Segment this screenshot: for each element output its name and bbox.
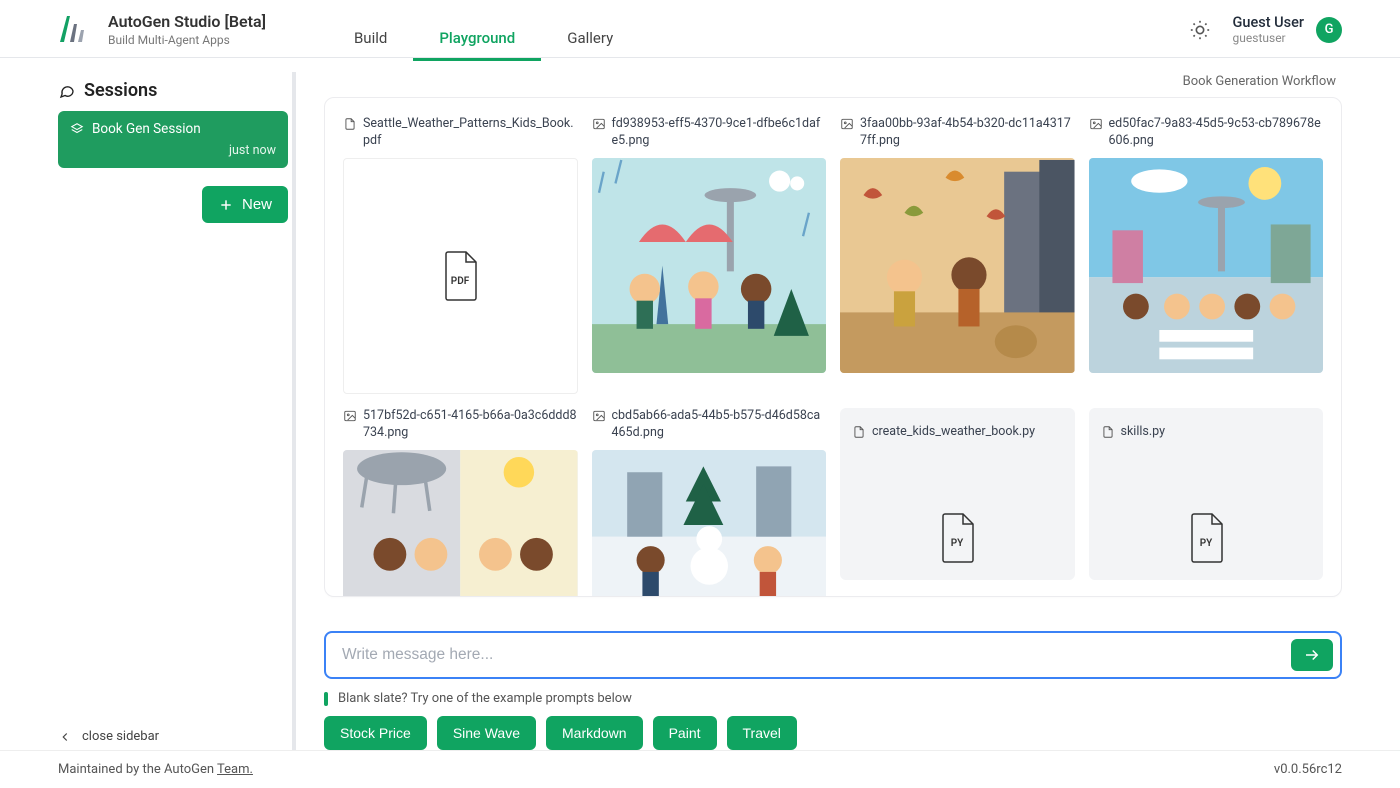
file-tile-image[interactable]: fd938953-eff5-4370-9ce1-dfbe6c1dafe5.png — [592, 116, 827, 394]
nav-tabs: Build Playground Gallery — [328, 9, 639, 51]
sidebar: Sessions Book Gen Session just now New c… — [58, 58, 306, 750]
chevron-left-icon — [58, 730, 72, 744]
chip-paint[interactable]: Paint — [653, 716, 717, 750]
file-icon — [852, 425, 866, 439]
app-footer: Maintained by the AutoGen Team. v0.0.56r… — [0, 750, 1400, 788]
file-tile-image[interactable]: 517bf52d-c651-4165-b66a-0a3c6ddd8734.png — [343, 408, 578, 597]
session-name: Book Gen Session — [92, 121, 201, 137]
thumbnail — [343, 450, 578, 597]
brand-title: AutoGen Studio [Beta] — [108, 12, 266, 31]
example-chips: Stock Price Sine Wave Markdown Paint Tra… — [324, 716, 1342, 750]
tab-gallery[interactable]: Gallery — [541, 19, 639, 61]
workflow-label: Book Generation Workflow — [324, 70, 1342, 97]
composer: Blank slate? Try one of the example prom… — [324, 631, 1342, 750]
thumbnail — [840, 158, 1075, 373]
file-name: fd938953-eff5-4370-9ce1-dfbe6c1dafe5.png — [612, 116, 827, 150]
file-tile-pdf[interactable]: Seattle_Weather_Patterns_Kids_Book.pdf P… — [343, 116, 578, 394]
brand-block: AutoGen Studio [Beta] Build Multi-Agent … — [108, 12, 266, 47]
send-button[interactable] — [1291, 639, 1333, 671]
py-file-icon: PY — [1186, 512, 1226, 564]
image-icon — [1089, 117, 1103, 131]
footer-prefix: Maintained by the AutoGen — [58, 762, 217, 777]
file-name: Seattle_Weather_Patterns_Kids_Book.pdf — [363, 116, 578, 150]
message-input-row — [324, 631, 1342, 679]
hint-text: Blank slate? Try one of the example prom… — [338, 691, 632, 706]
svg-text:PY: PY — [951, 538, 964, 549]
session-time: just now — [70, 143, 276, 158]
results-card: Seattle_Weather_Patterns_Kids_Book.pdf P… — [324, 97, 1342, 597]
svg-text:PY: PY — [1199, 538, 1212, 549]
close-sidebar-label: close sidebar — [82, 729, 159, 744]
app-header: AutoGen Studio [Beta] Build Multi-Agent … — [0, 0, 1400, 58]
plus-icon — [218, 197, 234, 213]
app-logo — [58, 12, 86, 48]
file-name: 3faa00bb-93af-4b54-b320-dc11a43177ff.png — [860, 116, 1075, 150]
new-button-label: New — [242, 196, 272, 213]
file-name: cbd5ab66-ada5-44b5-b575-d46d58ca465d.png — [612, 408, 827, 442]
chat-icon — [58, 82, 76, 100]
session-item-active[interactable]: Book Gen Session just now — [58, 111, 288, 168]
hint-row: Blank slate? Try one of the example prom… — [324, 691, 1342, 706]
file-tile-python[interactable]: create_kids_weather_book.py PY — [840, 408, 1075, 597]
avatar[interactable]: G — [1316, 17, 1342, 43]
header-right: Guest User guestuser G — [1189, 14, 1342, 45]
file-tile-python[interactable]: skills.py PY — [1089, 408, 1324, 597]
image-icon — [592, 117, 606, 131]
file-name: skills.py — [1121, 424, 1166, 441]
thumbnail — [1089, 158, 1324, 373]
header-left: AutoGen Studio [Beta] Build Multi-Agent … — [58, 9, 639, 51]
chip-stock-price[interactable]: Stock Price — [324, 716, 427, 750]
thumbnail — [592, 158, 827, 373]
close-sidebar-button[interactable]: close sidebar — [58, 721, 159, 752]
tab-playground[interactable]: Playground — [413, 19, 541, 61]
brand-subtitle: Build Multi-Agent Apps — [108, 33, 266, 47]
version-label: v0.0.56rc12 — [1274, 762, 1342, 777]
new-session-button[interactable]: New — [202, 186, 288, 223]
sessions-title: Sessions — [84, 80, 157, 101]
file-tile-image[interactable]: ed50fac7-9a83-45d5-9c53-cb789678e606.png — [1089, 116, 1324, 394]
pdf-icon: PDF — [440, 250, 480, 302]
file-name: create_kids_weather_book.py — [872, 424, 1035, 441]
sessions-header: Sessions — [58, 72, 288, 111]
main-panel: Book Generation Workflow Seattle_Weather… — [306, 58, 1400, 750]
footer-credit: Maintained by the AutoGen Team. — [58, 762, 253, 777]
message-input[interactable] — [342, 646, 1291, 664]
file-name: ed50fac7-9a83-45d5-9c53-cb789678e606.png — [1109, 116, 1324, 150]
file-icon — [1101, 425, 1115, 439]
theme-toggle-icon[interactable] — [1189, 19, 1211, 41]
image-icon — [343, 409, 357, 423]
py-file-icon: PY — [937, 512, 977, 564]
image-icon — [592, 409, 606, 423]
file-tile-image[interactable]: 3faa00bb-93af-4b54-b320-dc11a43177ff.png — [840, 116, 1075, 394]
tab-build[interactable]: Build — [328, 19, 413, 61]
chip-markdown[interactable]: Markdown — [546, 716, 643, 750]
hint-accent — [324, 692, 328, 706]
image-icon — [840, 117, 854, 131]
svg-text:PDF: PDF — [451, 276, 470, 287]
thumbnail — [592, 450, 827, 597]
thumbnail: PDF — [343, 158, 578, 394]
file-icon — [343, 117, 357, 131]
chip-travel[interactable]: Travel — [727, 716, 797, 750]
file-tile-image[interactable]: cbd5ab66-ada5-44b5-b575-d46d58ca465d.png — [592, 408, 827, 597]
send-icon — [1303, 646, 1321, 664]
user-name: Guest User — [1233, 14, 1304, 31]
user-handle: guestuser — [1233, 31, 1304, 45]
chip-sine-wave[interactable]: Sine Wave — [437, 716, 536, 750]
layers-icon — [70, 122, 84, 136]
user-text: Guest User guestuser — [1233, 14, 1304, 45]
user-block[interactable]: Guest User guestuser G — [1233, 14, 1342, 45]
file-name: 517bf52d-c651-4165-b66a-0a3c6ddd8734.png — [363, 408, 578, 442]
footer-team-link[interactable]: Team. — [217, 762, 253, 777]
